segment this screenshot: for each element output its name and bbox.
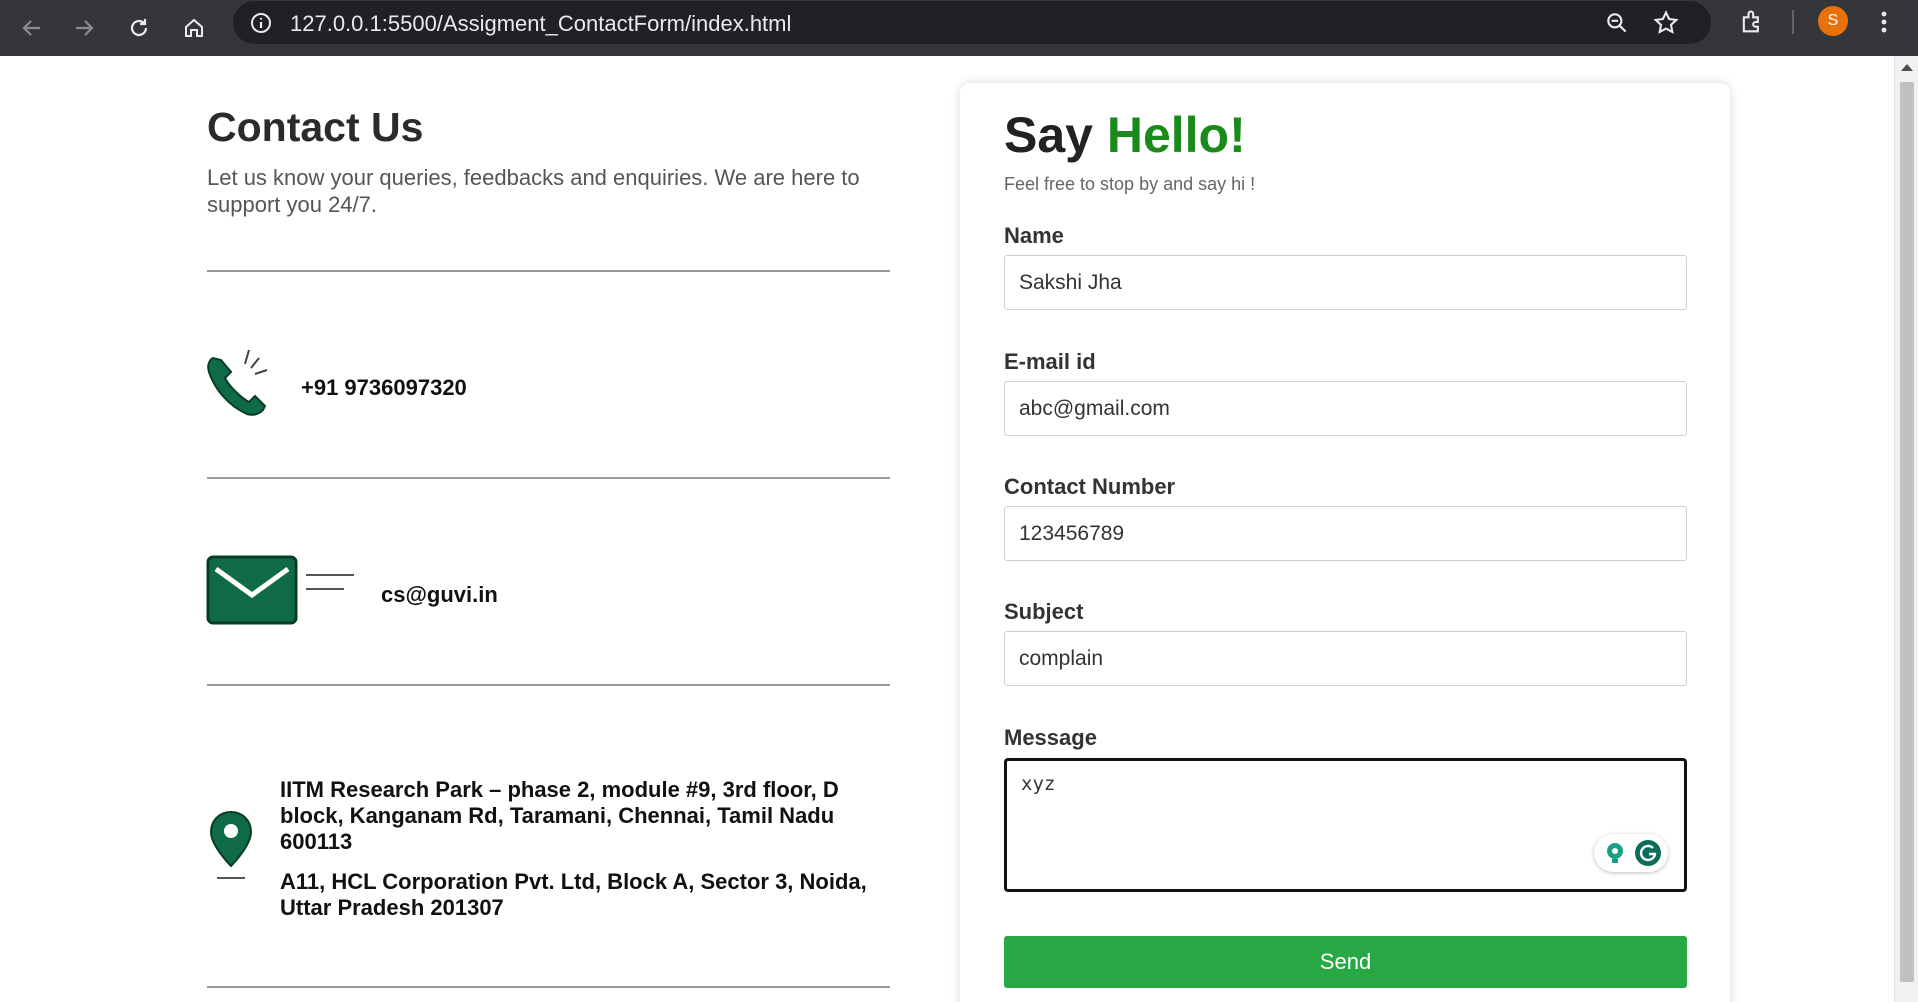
extensions-icon[interactable] (1738, 8, 1766, 41)
subject-label: Subject (1004, 599, 1084, 624)
address-chennai: IITM Research Park – phase 2, module #9,… (280, 777, 839, 854)
contact-title: Contact Us (207, 104, 424, 150)
email-icon (206, 555, 356, 630)
email-label: E-mail id (1004, 349, 1096, 374)
lightbulb-icon[interactable] (1602, 840, 1628, 871)
url-text: 127.0.0.1:5500/Assigment_ContactForm/ind… (290, 11, 792, 36)
menu-kebab-icon[interactable] (1878, 8, 1890, 41)
bookmark-star-icon[interactable] (1652, 9, 1680, 42)
divider (207, 986, 890, 988)
back-icon[interactable] (12, 8, 52, 48)
scroll-thumb[interactable] (1900, 82, 1914, 982)
divider (207, 477, 890, 479)
message-textarea[interactable]: xyz (1004, 758, 1687, 892)
form-subtitle: Feel free to stop by and say hi ! (1004, 174, 1256, 194)
grammarly-logo-icon[interactable] (1634, 839, 1662, 872)
name-input[interactable] (1004, 255, 1687, 310)
contact-number-input[interactable] (1004, 506, 1687, 561)
grammarly-widget[interactable] (1594, 834, 1668, 872)
site-info-icon[interactable] (249, 11, 273, 40)
divider (207, 270, 890, 272)
browser-toolbar: 127.0.0.1:5500/Assigment_ContactForm/ind… (0, 0, 1918, 56)
scroll-up-icon[interactable] (1901, 64, 1913, 71)
toolbar-separator (1792, 10, 1794, 34)
email-address: cs@guvi.in (381, 582, 498, 607)
message-label: Message (1004, 725, 1097, 750)
form-title-main: Say (1004, 107, 1107, 163)
address-noida: A11, HCL Corporation Pvt. Ltd, Block A, … (280, 869, 867, 920)
reload-icon[interactable] (119, 8, 159, 48)
address-bar[interactable]: 127.0.0.1:5500/Assigment_ContactForm/ind… (233, 1, 1711, 44)
forward-icon[interactable] (64, 8, 104, 48)
contact-description: Let us know your queries, feedbacks and … (207, 165, 860, 217)
form-title-accent: Hello! (1106, 107, 1246, 163)
contact-number-label: Contact Number (1004, 474, 1176, 499)
name-label: Name (1004, 223, 1064, 248)
profile-avatar[interactable]: S (1818, 6, 1848, 36)
home-icon[interactable] (174, 8, 214, 48)
phone-icon (205, 348, 275, 425)
subject-input[interactable] (1004, 631, 1687, 686)
form-title: Say Hello! (1004, 106, 1246, 164)
divider (207, 684, 890, 686)
email-input[interactable] (1004, 381, 1687, 436)
location-pin-icon (207, 810, 255, 887)
send-button[interactable]: Send (1004, 936, 1687, 988)
page-scrollbar[interactable] (1894, 56, 1918, 1002)
zoom-icon[interactable] (1604, 10, 1630, 41)
phone-number: +91 9736097320 (301, 375, 467, 400)
